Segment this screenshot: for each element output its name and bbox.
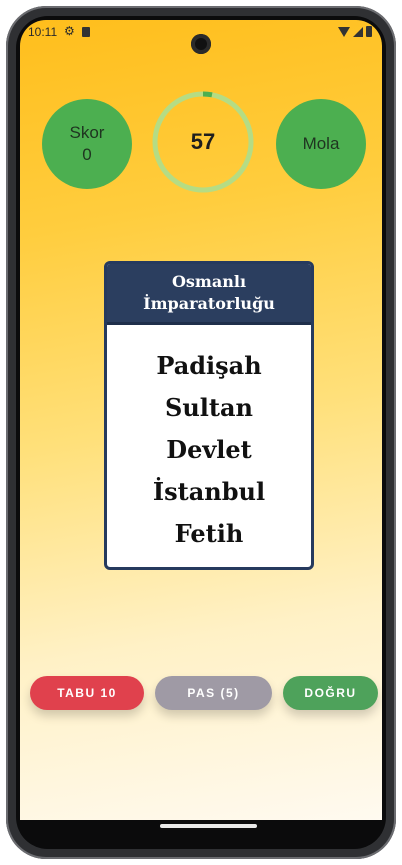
battery-icon xyxy=(366,26,372,37)
taboo-word: Padişah xyxy=(156,351,262,380)
home-gesture-handle[interactable] xyxy=(160,824,257,828)
navigation-bar xyxy=(20,820,382,845)
taboo-word: Devlet xyxy=(166,435,252,464)
app-screen: 10:11 ⚙ Skor 0 57 Mola Osmanlı İmparator… xyxy=(20,20,382,820)
taboo-word: Sultan xyxy=(165,393,253,422)
taboo-word: Fetih xyxy=(174,519,244,548)
score-badge: Skor 0 xyxy=(42,99,132,189)
pass-button[interactable]: PAS (5) xyxy=(155,676,272,710)
break-label: Mola xyxy=(302,134,340,153)
front-camera xyxy=(191,34,211,54)
card-title: Osmanlı İmparatorluğu xyxy=(107,264,311,325)
correct-button[interactable]: DOĞRU xyxy=(283,676,378,710)
taboo-card: Osmanlı İmparatorluğu Padişah Sultan Dev… xyxy=(104,261,314,570)
timer-value: 57 xyxy=(190,129,216,154)
phone-bezel: 10:11 ⚙ Skor 0 57 Mola Osmanlı İmparator… xyxy=(16,16,386,849)
score-value: 0 xyxy=(82,145,92,164)
gear-icon: ⚙ xyxy=(64,24,75,38)
wifi-icon xyxy=(338,26,350,37)
signal-icon xyxy=(353,26,363,37)
taboo-word-list: Padişah Sultan Devlet İstanbul Fetih xyxy=(107,325,311,555)
sd-card-icon xyxy=(82,27,90,37)
break-button[interactable]: Mola xyxy=(276,99,366,189)
phone-frame: 10:11 ⚙ Skor 0 57 Mola Osmanlı İmparator… xyxy=(6,6,396,859)
taboo-button[interactable]: TABU 10 xyxy=(30,676,144,710)
status-indicators xyxy=(338,26,372,37)
score-label: Skor xyxy=(69,123,105,142)
status-time: 10:11 xyxy=(28,25,58,39)
taboo-word: İstanbul xyxy=(152,477,266,506)
